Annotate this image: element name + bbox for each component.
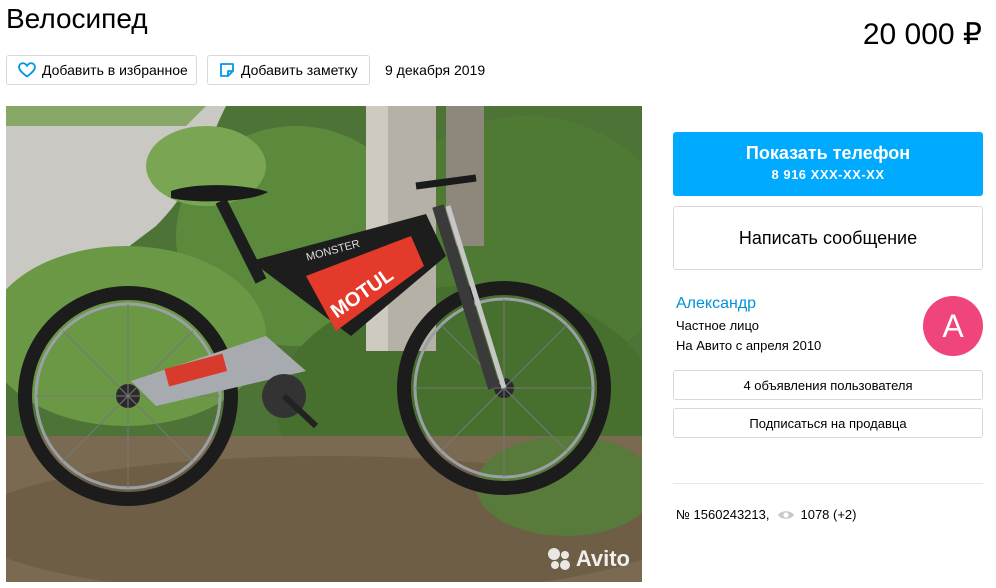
seller-name-link[interactable]: Александр [676,295,756,313]
eye-icon [778,510,795,519]
avito-watermark: Avito [546,546,630,572]
avatar[interactable]: А [923,296,983,356]
add-note-button[interactable]: Добавить заметку [207,55,370,85]
masked-phone-number: 8 916 XXX-XX-XX [771,167,885,182]
show-phone-label: Показать телефон [745,143,911,163]
avito-logo-icon [547,548,570,570]
divider [673,483,983,484]
show-phone-button[interactable]: Показать телефон 8 916 XXX-XX-XX [673,132,983,196]
seller-ads-button[interactable]: 4 объявления пользователя [673,370,983,400]
item-title: Велосипед [6,3,148,34]
seller-since: На Авито с апреля 2010 [676,338,822,353]
write-message-button[interactable]: Написать сообщение [673,206,983,270]
seller-type: Частное лицо [676,318,759,333]
ad-number: № 1560243213, [676,507,770,522]
view-count: 1078 (+2) [800,507,857,522]
item-price: 20 000 ₽ [862,18,982,51]
bicycle-photo: MOTUL MONSTER [6,106,642,582]
add-to-favorites-button[interactable]: Добавить в избранное [6,55,197,85]
note-icon [220,63,234,77]
add-to-favorites-label: Добавить в избранное [42,62,188,78]
item-photo[interactable]: MOTUL MONSTER Avito [6,106,642,582]
subscribe-seller-button[interactable]: Подписаться на продавца [673,408,983,438]
heart-icon [18,62,36,78]
ad-meta: № 1560243213, 1078 (+2) [676,507,857,522]
add-note-label: Добавить заметку [241,62,358,78]
watermark-text: Avito [575,546,630,571]
publish-date: 9 декабря 2019 [385,62,486,78]
